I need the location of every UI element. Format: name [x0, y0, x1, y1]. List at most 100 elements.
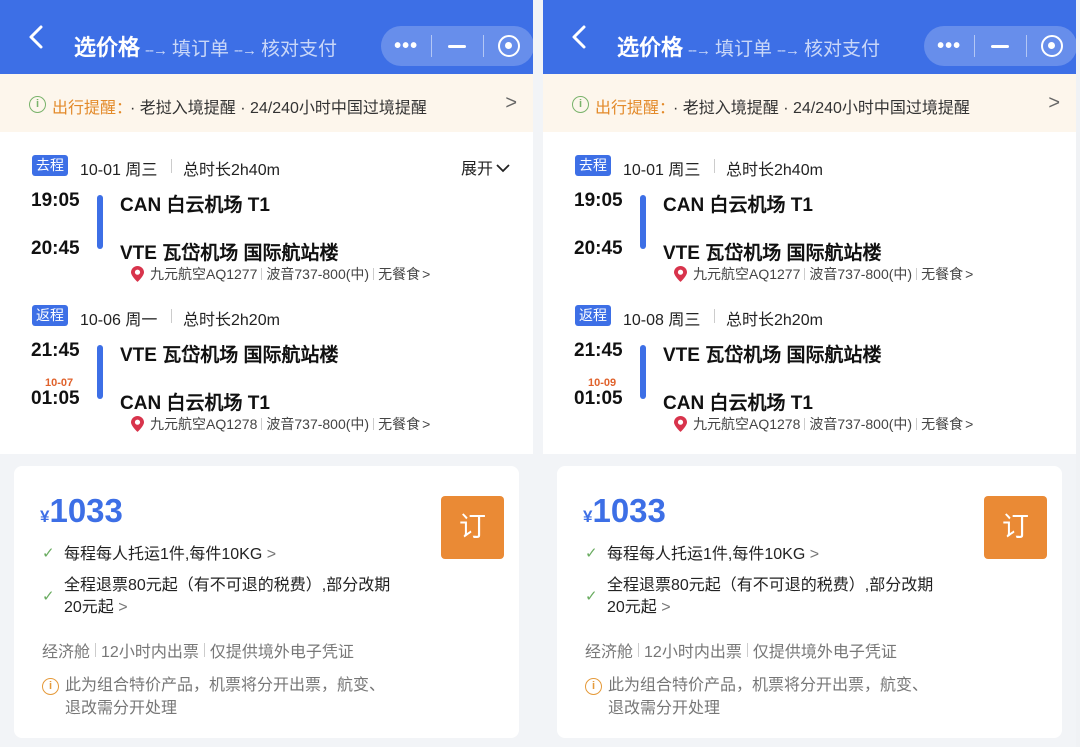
chevron-down-icon	[496, 164, 510, 173]
close-miniapp-button[interactable]	[1027, 26, 1076, 66]
baggage-rule-text: 每程每人托运1件,每件10KG	[607, 546, 806, 563]
baggage-rule-text: 每程每人托运1件,每件10KG	[64, 546, 263, 563]
miniapp-capsule: •••	[381, 26, 533, 66]
voucher-type: 仅提供境外电子凭证	[209, 644, 354, 661]
price-card: ¥1033 订 ✓ 每程每人托运1件,每件10KG > ✓ 全程退票80元起（有…	[14, 466, 519, 738]
timeline-bar	[640, 195, 646, 249]
screen-right: 选价格 --→ 填订单 --→ 核对支付 ••• i 出行提醒： · 老挝入境提…	[543, 0, 1076, 747]
outbound-date: 10-01 周三	[623, 162, 701, 179]
outbound-arr-time: 20:45	[574, 238, 623, 259]
chevron-right-icon: >	[1048, 92, 1060, 114]
book-button[interactable]: 订	[441, 496, 504, 559]
info-icon: i	[42, 678, 59, 695]
baggage-rule[interactable]: ✓ 每程每人托运1件,每件10KG >	[585, 544, 819, 566]
outbound-duration: 总时长2h40m	[183, 162, 280, 179]
return-flight-info[interactable]: 九元航空AQ1278 波音737-800(中) 无餐食 >	[674, 414, 973, 434]
outbound-dep-time: 19:05	[574, 190, 623, 211]
refund-rule[interactable]: ✓ 全程退票80元起（有不可退的税费）,部分改期 20元起 >	[42, 575, 390, 619]
flight-details: 去程 10-01 周三 总时长2h40m 展开 19:05 CAN 白云机场 T…	[0, 132, 533, 454]
outbound-dep-airport: CAN 白云机场 T1	[120, 195, 270, 216]
divider	[714, 159, 715, 173]
chevron-right-icon: >	[965, 266, 974, 282]
book-button[interactable]: 订	[984, 496, 1047, 559]
divider	[638, 643, 640, 657]
outbound-aircraft: 波音737-800(中)	[266, 266, 370, 282]
divider	[171, 309, 172, 323]
price: ¥1033	[40, 492, 123, 530]
chevron-right-icon: >	[266, 546, 277, 563]
outbound-tag: 去程	[32, 155, 68, 176]
warning-text-1: 此为组合特价产品，机票将分开出票，航变、	[608, 677, 929, 694]
divider	[916, 418, 918, 430]
return-airline: 九元航空AQ1278	[150, 416, 258, 432]
screen-left: 选价格 --→ 填订单 --→ 核对支付 ••• i 出行提醒： · 老挝入境提…	[0, 0, 533, 747]
more-button[interactable]: •••	[924, 26, 974, 66]
travel-notice[interactable]: i 出行提醒： · 老挝入境提醒 · 24/240小时中国过境提醒 >	[0, 74, 533, 132]
step-confirm-pay: 核对支付	[261, 39, 338, 60]
target-icon	[497, 35, 520, 57]
return-aircraft: 波音737-800(中)	[809, 416, 913, 432]
baggage-rule[interactable]: ✓ 每程每人托运1件,每件10KG >	[42, 544, 276, 566]
target-icon	[1040, 35, 1063, 57]
outbound-aircraft: 波音737-800(中)	[809, 266, 913, 282]
minus-icon	[991, 44, 1010, 48]
divider	[261, 418, 263, 430]
airline-logo-icon	[674, 416, 687, 432]
price-value: 1033	[592, 492, 666, 529]
outbound-flight-info[interactable]: 九元航空AQ1277 波音737-800(中) 无餐食 >	[131, 264, 430, 284]
info-icon: i	[585, 678, 602, 695]
nav-bar: 选价格 --→ 填订单 --→ 核对支付 •••	[0, 0, 533, 74]
return-airline: 九元航空AQ1278	[693, 416, 801, 432]
issue-time: 12小时内出票	[101, 644, 199, 661]
minimize-button[interactable]	[975, 26, 1025, 66]
warning-text-2: 退改需分开处理	[608, 700, 721, 717]
expand-button[interactable]: 展开	[461, 155, 511, 179]
refund-rule-text-2: 20元起	[607, 599, 657, 616]
outbound-arr-airport: VTE 瓦岱机场 国际航站楼	[120, 243, 339, 264]
chevron-right-icon: >	[422, 416, 431, 432]
divider	[746, 643, 748, 657]
more-button[interactable]: •••	[381, 26, 431, 66]
ticket-meta: 经济舱 12小时内出票 仅提供境外电子凭证	[42, 638, 354, 662]
outbound-flight-info[interactable]: 九元航空AQ1277 波音737-800(中) 无餐食 >	[674, 264, 973, 284]
refund-rule[interactable]: ✓ 全程退票80元起（有不可退的税费）,部分改期 20元起 >	[585, 575, 933, 619]
return-date: 10-08 周三	[623, 312, 701, 329]
step-select-price: 选价格	[617, 35, 684, 60]
travel-notice[interactable]: i 出行提醒： · 老挝入境提醒 · 24/240小时中国过境提醒 >	[543, 74, 1076, 132]
airline-logo-icon	[674, 266, 687, 282]
step-fill-order: 填订单	[715, 39, 773, 60]
chevron-right-icon: >	[809, 546, 820, 563]
warning-text-2: 退改需分开处理	[65, 700, 178, 717]
chevron-left-icon	[29, 25, 43, 49]
divider	[714, 309, 715, 323]
combo-warning: i 此为组合特价产品，机票将分开出票，航变、 退改需分开处理	[585, 674, 988, 720]
outbound-airline: 九元航空AQ1277	[693, 266, 801, 282]
notice-label: 出行提醒：	[595, 100, 676, 117]
airline-logo-icon	[131, 266, 144, 282]
minimize-button[interactable]	[432, 26, 482, 66]
return-duration: 总时长2h20m	[726, 312, 823, 329]
price-value: 1033	[49, 492, 123, 529]
outbound-duration: 总时长2h40m	[726, 162, 823, 179]
divider	[373, 268, 375, 280]
cabin-class: 经济舱	[585, 644, 634, 661]
notice-text: · 老挝入境提醒 · 24/240小时中国过境提醒	[673, 100, 970, 117]
return-meal: 无餐食	[921, 416, 964, 432]
close-miniapp-button[interactable]	[484, 26, 533, 66]
timeline-bar	[97, 195, 103, 249]
outbound-arr-time: 20:45	[31, 238, 80, 259]
outbound-meal: 无餐食	[921, 266, 964, 282]
check-icon: ✓	[42, 588, 55, 605]
flight-details: 去程 10-01 周三 总时长2h40m 19:05 CAN 白云机场 T1 2…	[543, 132, 1076, 454]
back-button[interactable]	[22, 22, 52, 52]
return-flight-info[interactable]: 九元航空AQ1278 波音737-800(中) 无餐食 >	[131, 414, 430, 434]
nav-bar: 选价格 --→ 填订单 --→ 核对支付 •••	[543, 0, 1076, 74]
expand-label: 展开	[461, 161, 494, 178]
outbound-dep-airport: CAN 白云机场 T1	[663, 195, 813, 216]
return-date: 10-06 周一	[80, 312, 158, 329]
more-dots-icon: •••	[937, 35, 962, 57]
back-button[interactable]	[565, 22, 595, 52]
panel-divider	[533, 0, 543, 747]
minus-icon	[448, 44, 467, 48]
step-arrow: --→	[145, 42, 168, 59]
